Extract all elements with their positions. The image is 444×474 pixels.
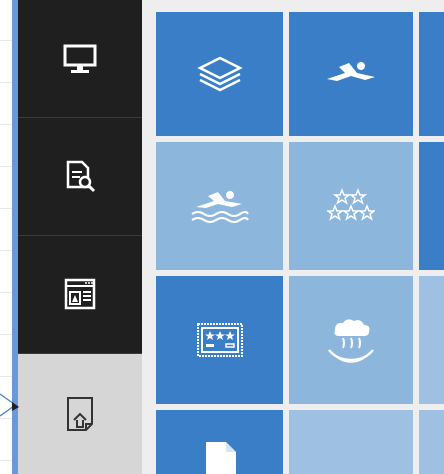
- hot-spring-icon: [328, 319, 374, 363]
- tile-rating-card[interactable]: [156, 276, 283, 404]
- tile-file[interactable]: [156, 410, 283, 474]
- sidebar-item-document-search[interactable]: [18, 118, 142, 236]
- tile-partial-2[interactable]: [419, 142, 444, 270]
- swimmer-icon: [327, 62, 375, 81]
- file-upload-icon: [67, 397, 93, 431]
- sidebar-item-display[interactable]: [18, 0, 142, 118]
- document-search-icon: [66, 160, 96, 192]
- monitor-icon: [63, 44, 97, 73]
- tile-partial-1[interactable]: [419, 12, 444, 136]
- tile-grid: [142, 0, 444, 474]
- tile-swimming-pool[interactable]: [156, 142, 283, 270]
- tile-partial-5[interactable]: [419, 410, 444, 474]
- tile-partial-4[interactable]: [289, 410, 413, 474]
- icon-sidebar: [18, 0, 142, 474]
- sidebar-item-web-page[interactable]: [18, 236, 142, 354]
- swimming-pool-icon: [190, 191, 249, 223]
- tile-six-stars[interactable]: [289, 142, 413, 270]
- cursor-arrow-icon: [0, 393, 19, 417]
- sidebar-item-upload[interactable]: [18, 354, 142, 474]
- tile-partial-3[interactable]: [419, 276, 444, 404]
- rating-card-icon: [196, 323, 243, 357]
- file-icon: [205, 442, 236, 474]
- web-page-icon: [64, 278, 96, 309]
- six-stars-icon: [327, 188, 375, 221]
- layers-icon: [196, 56, 243, 92]
- tile-hot-spring[interactable]: [289, 276, 413, 404]
- tile-swimmer[interactable]: [289, 12, 413, 136]
- tile-layers[interactable]: [156, 12, 283, 136]
